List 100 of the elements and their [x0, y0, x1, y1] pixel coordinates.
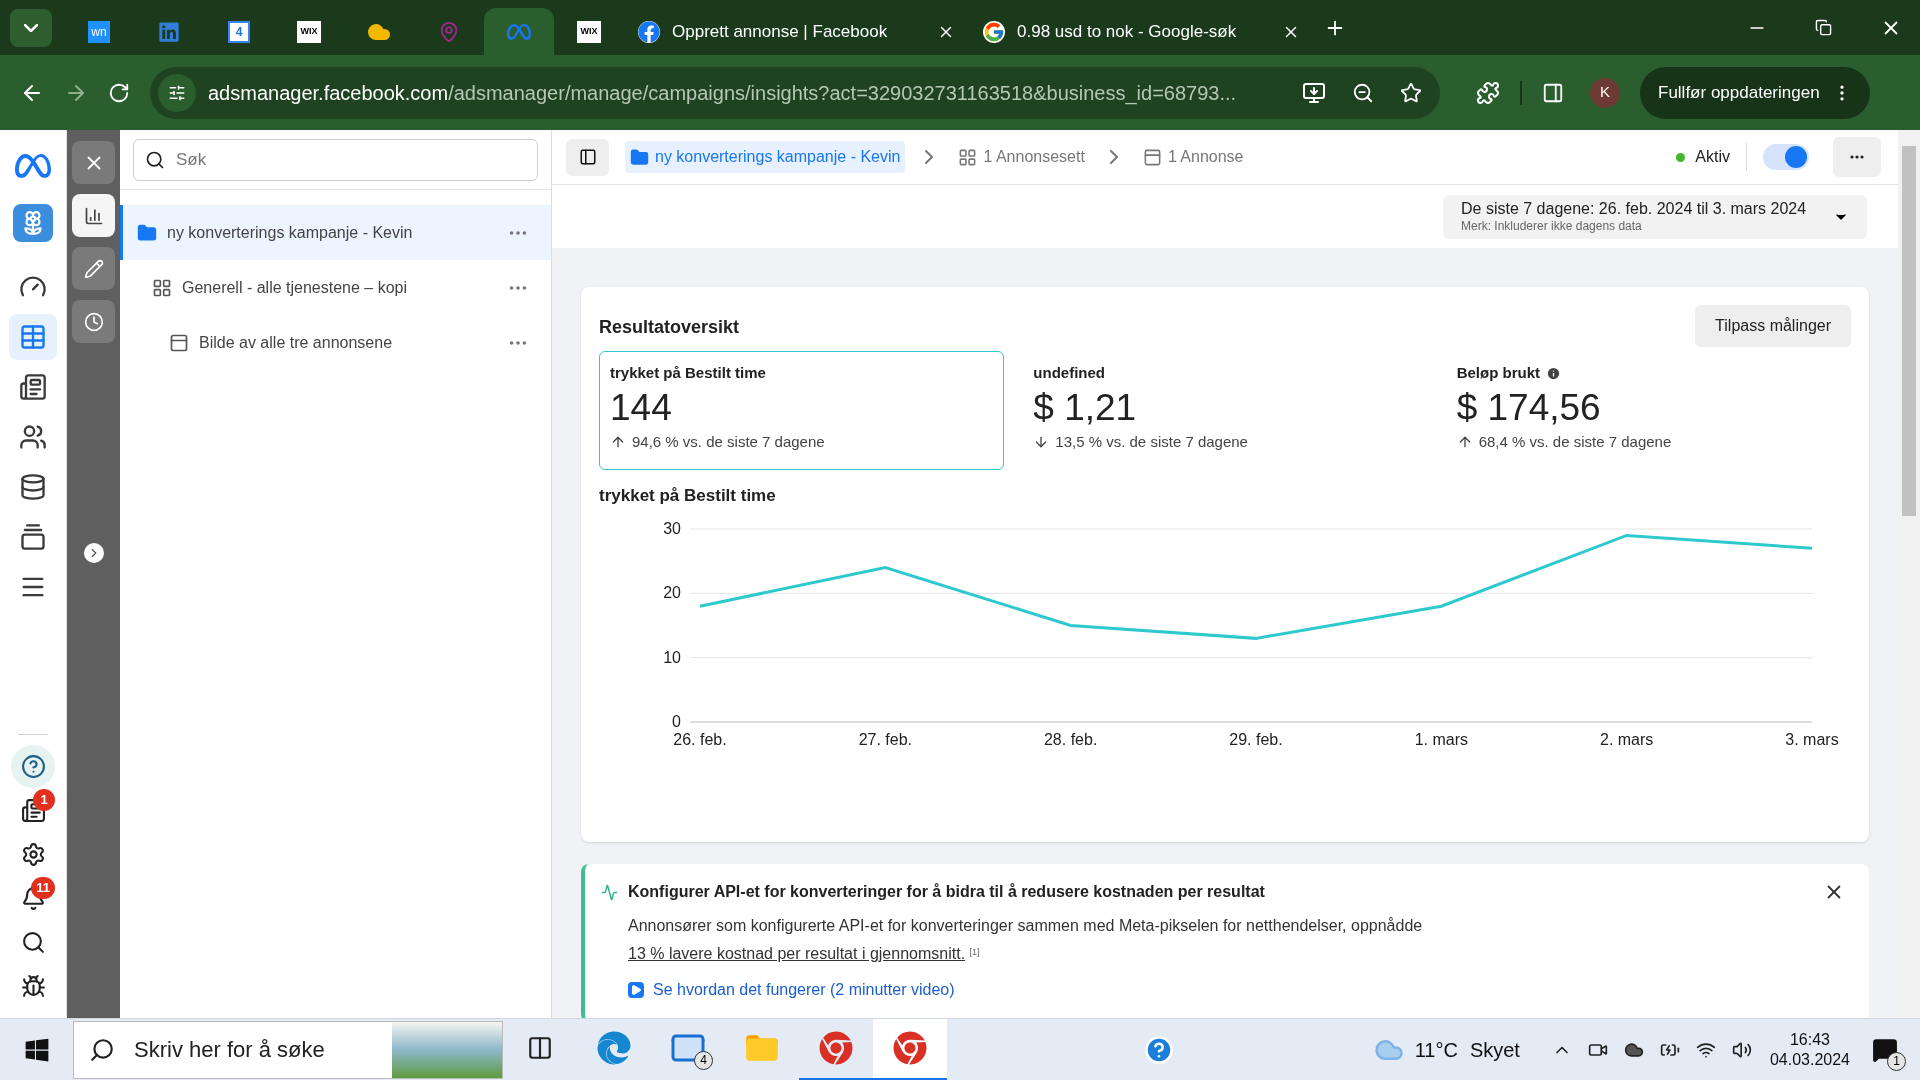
- metric-tile[interactable]: trykket på Bestilt time 144 94,6 % vs. de siste 7 dagene: [599, 351, 1005, 470]
- extensions-icon[interactable]: [1476, 80, 1500, 105]
- address-bar[interactable]: adsmanager.facebook.com/adsmanager/manage/campaigns/insights?act=329032731163518&business_id=68793...: [150, 66, 1440, 119]
- breadcrumb-link[interactable]: 1 Annonsesett: [953, 141, 1090, 173]
- count-badge: 1: [1887, 1051, 1906, 1071]
- taskbar-app-button[interactable]: 4: [651, 1018, 725, 1080]
- side-panel-icon[interactable]: [1542, 81, 1564, 104]
- folder-icon: [137, 222, 157, 243]
- notification-badge: 11: [31, 877, 55, 899]
- metric-tile[interactable]: Beløp brukt $ 174,56 68,4 % vs. de siste 7 dagene: [1445, 351, 1851, 470]
- metric-change: 68,4 % vs. de siste 7 dagene: [1478, 431, 1672, 452]
- weather-label: Skyet: [1469, 1037, 1520, 1063]
- grid-icon: [958, 147, 978, 167]
- grid-icon: [152, 277, 172, 298]
- clock-icon[interactable]: [72, 300, 115, 343]
- breadcrumb-link[interactable]: ny konverterings kampanje - Kevin: [625, 141, 906, 173]
- tree-item-label: Bilde av alle tre annonsene: [199, 332, 394, 353]
- banner-text: Annonsører som konfigurerte API-et for konverteringer sammen med Meta-pikselen for netthendelser, oppnådde 13 % lavere kostnad per resultat i gjennomsnitt. $^{[1]}$: [628, 916, 1424, 964]
- banner-title: Konfigurer API-et for konverteringer for å bidra til å redusere kostnaden per resultat: [628, 882, 1266, 902]
- zoom-out-icon[interactable]: [1352, 81, 1374, 104]
- card-title: Resultatoversikt: [599, 316, 740, 339]
- axis-tick-label: 10: [663, 648, 681, 666]
- newspaper-button[interactable]: 1: [11, 789, 55, 832]
- pencil-icon[interactable]: [72, 247, 115, 290]
- browser-tab[interactable]: WIX: [554, 8, 624, 55]
- windows-logo-icon[interactable]: [23, 1036, 50, 1063]
- browser-logo-icon: [893, 1031, 927, 1065]
- chart-title: trykket på Bestilt time: [599, 485, 777, 507]
- help-icon[interactable]: [1143, 1034, 1174, 1065]
- sidebar-icon: [578, 148, 597, 166]
- chevron-right-icon: [925, 150, 934, 164]
- update-button[interactable]: Fullfør oppdateringen: [1640, 66, 1870, 119]
- axis-tick-label: 29. feb.: [1229, 730, 1283, 748]
- notifications-icon[interactable]: [1872, 1036, 1898, 1063]
- info-icon[interactable]: [1546, 365, 1561, 381]
- browser-tab[interactable]: WIX: [274, 8, 344, 55]
- trend-icon: [601, 883, 618, 901]
- metric-label: undefined: [1033, 363, 1105, 383]
- toggle-switch[interactable]: [1763, 144, 1809, 170]
- axis-tick-label: 3. mars: [1785, 730, 1839, 748]
- date-range-label: De siste 7 dagene: 26. feb. 2024 til 3. mars 2024: [1461, 199, 1807, 219]
- profile-avatar[interactable]: K: [1590, 77, 1620, 108]
- site-logo: WIX: [297, 20, 321, 43]
- restore-icon[interactable]: [1815, 19, 1832, 36]
- metric-change: 13,5 % vs. de siste 7 dagene: [1055, 431, 1248, 452]
- reload-icon[interactable]: [108, 81, 130, 104]
- temperature-label: 11°C: [1414, 1037, 1458, 1063]
- search-field[interactable]: Søk: [133, 138, 538, 181]
- scrollbar[interactable]: [1898, 130, 1920, 1018]
- bell-button[interactable]: 11: [11, 877, 55, 920]
- business-avatar[interactable]: [13, 204, 53, 242]
- site-logo: wn: [88, 20, 110, 43]
- google-logo-icon: [983, 20, 1005, 43]
- site-settings-icon[interactable]: [158, 73, 196, 112]
- axis-tick-label: 2. mars: [1600, 730, 1654, 748]
- browser-logo-icon: [819, 1031, 853, 1065]
- folder-icon: [630, 147, 649, 167]
- chevron-right-icon: [1109, 150, 1118, 164]
- expand-icon[interactable]: [83, 543, 104, 563]
- metric-label: trykket på Bestilt time: [610, 363, 766, 383]
- tab-search-button[interactable]: [10, 8, 52, 47]
- clock-time: 16:43: [1789, 1029, 1830, 1050]
- date-range-dropdown[interactable]: De siste 7 dagene: 26. feb. 2024 til 3. mars 2024 Merk: Inkluderer ikke dagens data: [1443, 194, 1867, 239]
- browser-tab[interactable]: Opprett annonse | Facebook: [624, 8, 969, 55]
- browser-tab[interactable]: 0.98 usd to nok - Google-søk: [969, 8, 1314, 55]
- metric-tile[interactable]: undefined $ 1,21 13,5 % vs. de siste 7 dagene: [1022, 351, 1428, 470]
- taskbar-app-button[interactable]: [873, 1018, 947, 1080]
- search-icon: [145, 149, 165, 170]
- chevron-down-icon: [24, 23, 38, 32]
- site-logo: WIX: [577, 20, 601, 43]
- play-icon: [628, 982, 644, 998]
- clock-date: 04.03.2024: [1769, 1049, 1850, 1070]
- tree-item-label: Generell - alle tjenestene – kopi: [182, 277, 409, 298]
- bar-chart-icon[interactable]: [72, 194, 115, 237]
- savings-link[interactable]: 13 % lavere kostnad per resultat i gjennomsnitt.: [628, 945, 966, 962]
- tree-item-label: ny konverterings kampanje - Kevin: [167, 222, 414, 243]
- metric-label: Beløp brukt: [1456, 363, 1540, 383]
- close-button[interactable]: [72, 141, 115, 184]
- table-icon[interactable]: [9, 314, 57, 360]
- panel-toggle-button[interactable]: [566, 138, 609, 176]
- map-pin-icon: [438, 20, 460, 43]
- customize-metrics-button[interactable]: Tilpass målinger: [1695, 305, 1851, 347]
- install-icon[interactable]: [1302, 80, 1326, 105]
- task-view-icon: [527, 1035, 553, 1061]
- speaker-icon[interactable]: [1731, 1039, 1752, 1060]
- breadcrumb-link[interactable]: 1 Annonse: [1137, 141, 1249, 173]
- browser-tab[interactable]: 4: [204, 8, 274, 55]
- help-icon[interactable]: [11, 745, 55, 788]
- axis-tick-label: 20: [663, 583, 681, 601]
- url-text: adsmanager.facebook.com/adsmanager/manage/campaigns/insights?act=329032731163518&business_id=68793...: [208, 80, 1238, 107]
- date-range-note: Merk: Inkluderer ikke dagens data: [1461, 219, 1642, 234]
- bookmark-star-icon[interactable]: [1400, 81, 1422, 104]
- axis-tick-label: 30: [663, 519, 681, 537]
- metric-change: 94,6 % vs. de siste 7 dagene: [632, 431, 825, 452]
- status-label: Aktiv: [1695, 147, 1730, 167]
- video-link[interactable]: Se hvordan det fungerer (2 minutter video): [628, 978, 955, 1002]
- calendar-logo: 4: [228, 20, 250, 43]
- tree-item[interactable]: ny konverterings kampanje - Kevin: [120, 205, 551, 260]
- metric-value: 144: [610, 385, 673, 430]
- more-icon: [1850, 155, 1864, 159]
